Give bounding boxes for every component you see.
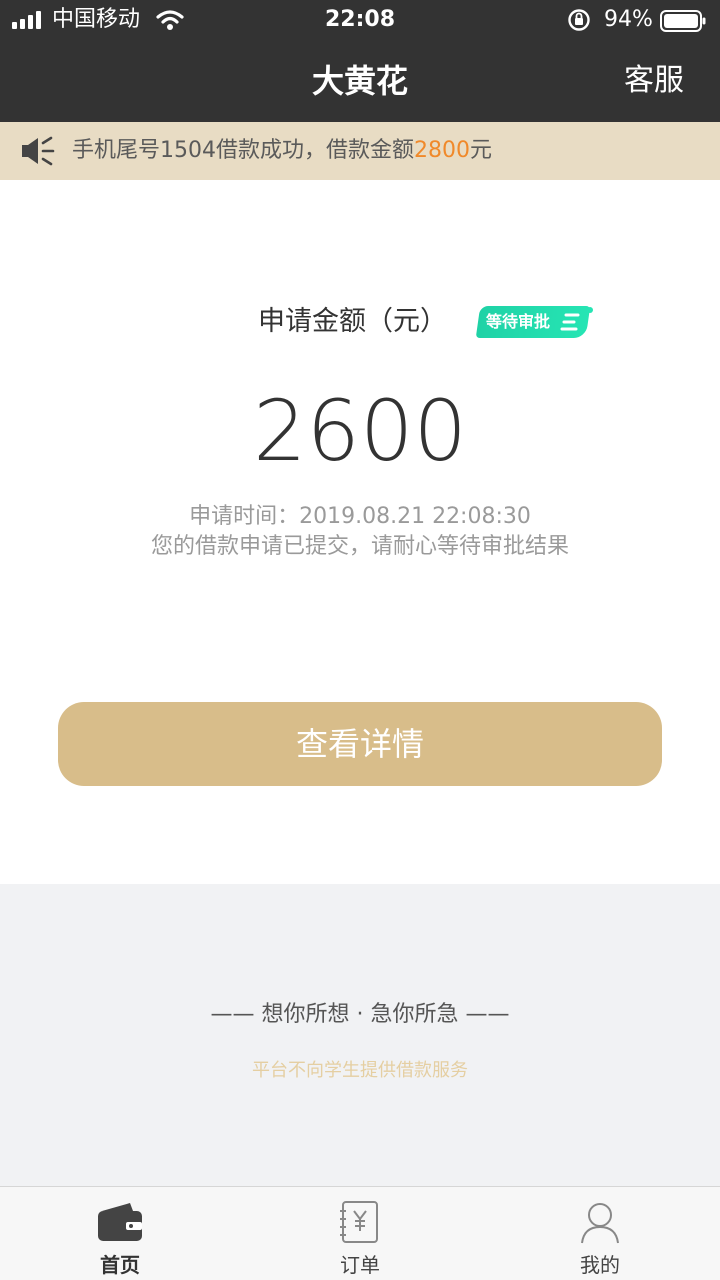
tab-orders[interactable]: 订单 [240, 1187, 480, 1280]
apply-time: 申请时间：2019.08.21 22:08:30 [189, 504, 531, 529]
tab-mine-label: 我的 [580, 1253, 620, 1277]
tab-orders-label: 订单 [340, 1253, 380, 1277]
order-yen-icon [340, 1201, 378, 1243]
notice-bar: 手机尾号1504借款成功，借款金额2800元 [0, 122, 720, 180]
notice-prefix: 手机尾号1504借款成功，借款金额 [72, 138, 414, 163]
tab-bar: 首页 订单 我的 [0, 1186, 720, 1280]
notice-text: 手机尾号1504借款成功，借款金额2800元 [72, 122, 492, 180]
notice-suffix: 元 [470, 138, 493, 163]
tab-mine[interactable]: 我的 [480, 1187, 720, 1280]
wallet-icon [98, 1203, 142, 1241]
customer-service-button[interactable]: 客服 [624, 60, 684, 102]
page-title: 大黄花 [311, 62, 408, 100]
tab-home[interactable]: 首页 [0, 1187, 240, 1280]
battery-icon [660, 10, 706, 32]
screen: 中国移动 22:08 94% 大黄花 客服 手机尾号1504借款成功，借款金额2… [0, 0, 720, 1280]
disclaimer: 平台不向学生提供借款服务 [252, 1060, 468, 1081]
speed-lines-icon [560, 307, 593, 331]
apply-amount-value: 2600 [253, 382, 467, 480]
speaker-icon [22, 136, 55, 166]
notice-amount: 2800 [414, 138, 470, 163]
user-icon [581, 1203, 619, 1244]
status-bar: 中国移动 22:08 94% [0, 0, 720, 40]
view-details-button[interactable]: 查看详情 [58, 702, 662, 786]
top-bar: 中国移动 22:08 94% 大黄花 客服 [0, 0, 720, 122]
footer-area [0, 884, 720, 1186]
apply-note: 您的借款申请已提交，请耐心等待审批结果 [150, 534, 569, 559]
battery-percent: 94% [604, 7, 653, 32]
status-badge-text: 等待审批 [486, 312, 551, 331]
rotation-lock-icon [568, 9, 590, 31]
tab-home-label: 首页 [100, 1253, 140, 1277]
slogan: —— 想你所想 · 急你所急 —— [210, 1002, 510, 1027]
apply-amount-label: 申请金额（元） [258, 306, 447, 337]
